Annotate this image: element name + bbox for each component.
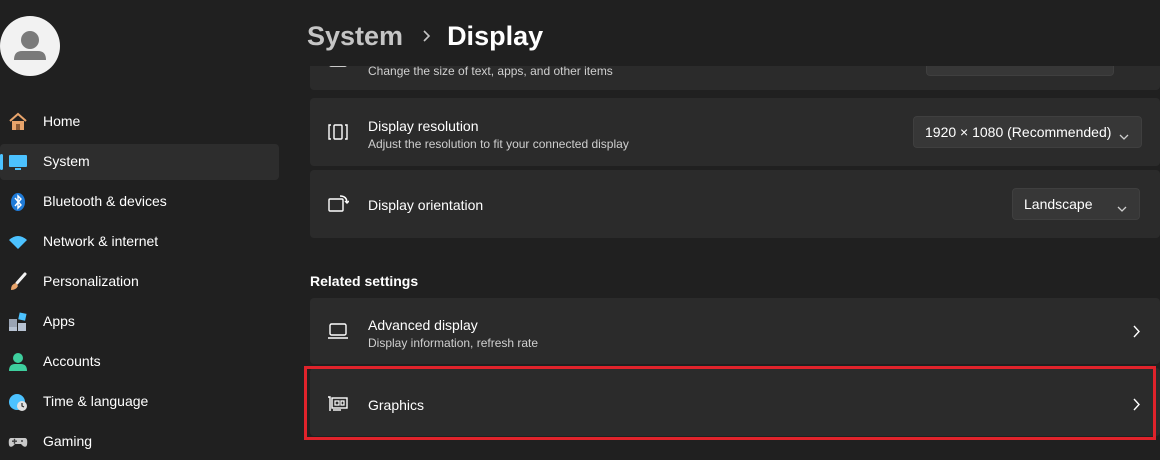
graphics-card-icon	[327, 393, 349, 415]
sidebar-item-label: Home	[43, 113, 81, 129]
apps-icon	[8, 312, 28, 332]
home-icon	[8, 112, 28, 132]
paintbrush-icon	[8, 272, 28, 292]
globe-clock-icon	[8, 392, 28, 412]
system-monitor-icon	[8, 152, 28, 172]
sidebar-item-network[interactable]: Network & internet	[0, 224, 279, 260]
resolution-icon	[327, 121, 349, 143]
display-resolution-subtitle: Adjust the resolution to fit your connec…	[368, 137, 629, 151]
sidebar-item-home[interactable]: Home	[0, 104, 279, 140]
sidebar-item-time-language[interactable]: Time & language	[0, 384, 279, 420]
orientation-value: Landscape	[1024, 196, 1093, 212]
advanced-display-subtitle: Display information, refresh rate	[368, 336, 539, 350]
orientation-dropdown[interactable]: Landscape	[1012, 188, 1140, 220]
page-title: Display	[447, 20, 544, 51]
breadcrumb: System Display	[307, 18, 543, 54]
graphics-card[interactable]: Graphics	[310, 368, 1160, 436]
display-resolution-card: Display resolution Adjust the resolution…	[310, 98, 1160, 166]
sidebar-item-accounts[interactable]: Accounts	[0, 344, 279, 380]
sidebar-item-label: Personalization	[43, 273, 139, 289]
display-orientation-card: Display orientation Landscape	[310, 170, 1160, 238]
sidebar-item-label: Time & language	[43, 393, 149, 409]
chevron-right-icon	[422, 29, 432, 43]
sidebar-item-apps[interactable]: Apps	[0, 304, 279, 340]
sidebar-item-label: Accounts	[43, 353, 101, 369]
wifi-icon	[8, 232, 28, 252]
advanced-display-title: Advanced display	[368, 317, 478, 333]
gamepad-icon	[8, 432, 28, 452]
sidebar-item-label: System	[43, 153, 90, 169]
user-icon	[14, 31, 46, 60]
avatar[interactable]	[0, 16, 60, 76]
person-icon	[8, 352, 28, 372]
breadcrumb-system-link[interactable]: System	[307, 21, 403, 52]
chevron-down-icon	[1117, 200, 1127, 218]
related-settings-heading: Related settings	[310, 273, 419, 289]
display-resolution-title: Display resolution	[368, 118, 479, 134]
selection-indicator	[0, 154, 3, 170]
sidebar-item-personalization[interactable]: Personalization	[0, 264, 279, 300]
sidebar-item-label: Apps	[43, 313, 75, 329]
scale-subtitle: Change the size of text, apps, and other…	[368, 64, 613, 78]
sidebar-item-bluetooth[interactable]: Bluetooth & devices	[0, 184, 279, 220]
chevron-right-icon	[1132, 325, 1140, 343]
sidebar-item-label: Network & internet	[43, 233, 159, 249]
resolution-value: 1920 × 1080 (Recommended)	[925, 124, 1112, 140]
sidebar-item-gaming[interactable]: Gaming	[0, 424, 279, 460]
chevron-down-icon	[1119, 128, 1129, 146]
chevron-right-icon	[1132, 398, 1140, 416]
monitor-icon	[327, 320, 349, 342]
orientation-icon	[327, 193, 349, 215]
sidebar: Home System Bluetooth & devices Network …	[0, 0, 290, 457]
sidebar-item-label: Bluetooth & devices	[43, 193, 167, 209]
sidebar-item-system[interactable]: System	[0, 144, 279, 180]
bluetooth-icon	[8, 192, 28, 212]
graphics-title: Graphics	[368, 397, 425, 413]
sidebar-item-label: Gaming	[43, 433, 93, 449]
advanced-display-card[interactable]: Advanced display Display information, re…	[310, 298, 1160, 364]
display-orientation-title: Display orientation	[368, 197, 484, 213]
resolution-dropdown[interactable]: 1920 × 1080 (Recommended)	[913, 116, 1142, 148]
